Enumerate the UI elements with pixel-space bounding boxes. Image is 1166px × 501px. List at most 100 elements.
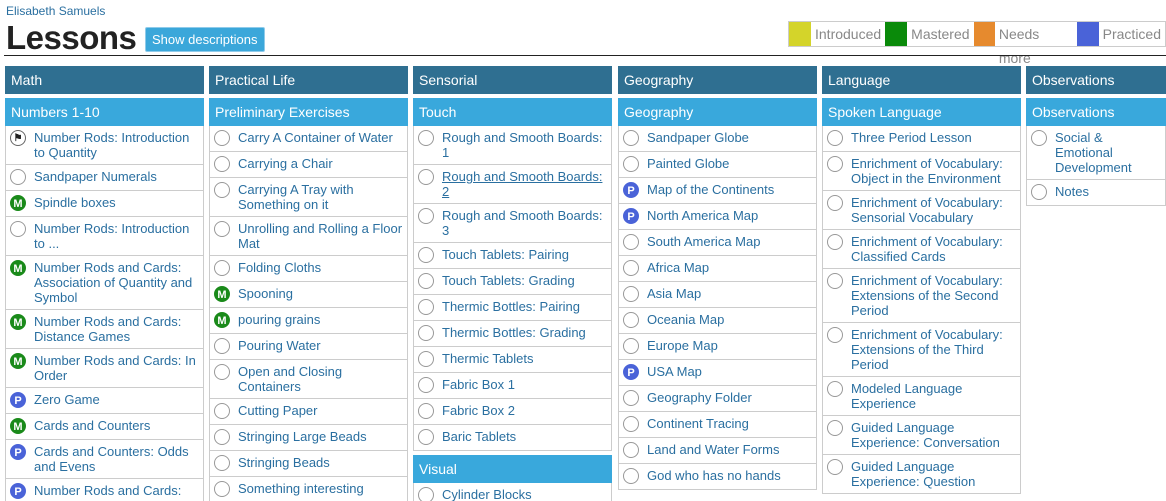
practiced-status-icon[interactable]: P bbox=[10, 444, 26, 460]
lesson-label[interactable]: Continent Tracing bbox=[647, 416, 749, 431]
lesson-label[interactable]: Carry A Container of Water bbox=[238, 130, 393, 145]
lesson-item[interactable]: M Number Rods and Cards: In Order bbox=[6, 349, 203, 388]
lesson-item[interactable]: Enrichment of Vocabulary: Classified Car… bbox=[823, 230, 1020, 269]
lesson-label[interactable]: Number Rods: Introduction to Quantity bbox=[34, 130, 189, 160]
section-header[interactable]: Touch bbox=[413, 98, 612, 126]
lesson-label[interactable]: Social & Emotional Development bbox=[1055, 130, 1132, 175]
lesson-item[interactable]: Enrichment of Vocabulary: Extensions of … bbox=[823, 323, 1020, 377]
lesson-item[interactable]: Africa Map bbox=[619, 256, 816, 282]
empty-status-icon[interactable] bbox=[623, 286, 639, 302]
show-descriptions-button[interactable]: Show descriptions bbox=[145, 27, 265, 52]
lesson-label[interactable]: Enrichment of Vocabulary: Sensorial Voca… bbox=[851, 195, 1003, 225]
empty-status-icon[interactable] bbox=[10, 221, 26, 237]
mastered-status-icon[interactable]: M bbox=[10, 353, 26, 369]
empty-status-icon[interactable] bbox=[827, 156, 843, 172]
lesson-item[interactable]: Thermic Tablets bbox=[414, 347, 611, 373]
lesson-item[interactable]: P Zero Game bbox=[6, 388, 203, 414]
section-header[interactable]: Spoken Language bbox=[822, 98, 1021, 126]
lesson-label[interactable]: Enrichment of Vocabulary: Extensions of … bbox=[851, 327, 1003, 372]
lesson-label[interactable]: Asia Map bbox=[647, 286, 701, 301]
lesson-item[interactable]: M Spindle boxes bbox=[6, 191, 203, 217]
lesson-label[interactable]: God who has no hands bbox=[647, 468, 781, 483]
lesson-label[interactable]: pouring grains bbox=[238, 312, 320, 327]
lesson-label[interactable]: USA Map bbox=[647, 364, 702, 379]
area-header[interactable]: Practical Life bbox=[209, 66, 408, 94]
lesson-label[interactable]: Sandpaper Numerals bbox=[34, 169, 157, 184]
lesson-label[interactable]: Number Rods and Cards: bbox=[34, 483, 181, 498]
empty-status-icon[interactable] bbox=[623, 390, 639, 406]
lesson-label[interactable]: Cylinder Blocks bbox=[442, 487, 532, 501]
lesson-item[interactable]: Enrichment of Vocabulary: Object in the … bbox=[823, 152, 1020, 191]
lesson-item[interactable]: Three Period Lesson bbox=[823, 126, 1020, 152]
lesson-item[interactable]: P USA Map bbox=[619, 360, 816, 386]
lesson-label[interactable]: Spooning bbox=[238, 286, 293, 301]
lesson-item[interactable]: South America Map bbox=[619, 230, 816, 256]
lesson-item[interactable]: Europe Map bbox=[619, 334, 816, 360]
lesson-item[interactable]: Cutting Paper bbox=[210, 399, 407, 425]
empty-status-icon[interactable] bbox=[418, 273, 434, 289]
lesson-item[interactable]: Notes bbox=[1027, 180, 1165, 206]
lesson-label[interactable]: Unrolling and Rolling a Floor Mat bbox=[238, 221, 402, 251]
section-header[interactable]: Observations bbox=[1026, 98, 1166, 126]
lesson-label[interactable]: Map of the Continents bbox=[647, 182, 774, 197]
student-name[interactable]: Elisabeth Samuels bbox=[6, 4, 105, 18]
lesson-label[interactable]: Spindle boxes bbox=[34, 195, 116, 210]
lesson-item[interactable]: Carry A Container of Water bbox=[210, 126, 407, 152]
section-header[interactable]: Geography bbox=[618, 98, 817, 126]
lesson-label[interactable]: Enrichment of Vocabulary: Classified Car… bbox=[851, 234, 1003, 264]
lesson-label[interactable]: Baric Tablets bbox=[442, 429, 516, 444]
lesson-label[interactable]: Pouring Water bbox=[238, 338, 321, 353]
lesson-label[interactable]: Cards and Counters bbox=[34, 418, 150, 433]
lesson-item[interactable]: Fabric Box 2 bbox=[414, 399, 611, 425]
lesson-item[interactable]: Stringing Beads bbox=[210, 451, 407, 477]
lesson-item[interactable]: Guided Language Experience: Conversation bbox=[823, 416, 1020, 455]
lesson-item[interactable]: Thermic Bottles: Grading bbox=[414, 321, 611, 347]
empty-status-icon[interactable] bbox=[623, 130, 639, 146]
lesson-label[interactable]: Guided Language Experience: Conversation bbox=[851, 420, 1000, 450]
practiced-status-icon[interactable]: P bbox=[623, 364, 639, 380]
empty-status-icon[interactable] bbox=[1031, 130, 1047, 146]
lesson-label[interactable]: Number Rods: Introduction to ... bbox=[34, 221, 189, 251]
practiced-status-icon[interactable]: P bbox=[10, 483, 26, 499]
empty-status-icon[interactable] bbox=[623, 416, 639, 432]
mastered-status-icon[interactable]: M bbox=[10, 418, 26, 434]
lesson-item[interactable]: Modeled Language Experience bbox=[823, 377, 1020, 416]
lesson-item[interactable]: Rough and Smooth Boards: 3 bbox=[414, 204, 611, 243]
lesson-item[interactable]: Carrying a Chair bbox=[210, 152, 407, 178]
lesson-item[interactable]: P North America Map bbox=[619, 204, 816, 230]
lesson-label[interactable]: Modeled Language Experience bbox=[851, 381, 962, 411]
empty-status-icon[interactable] bbox=[418, 487, 434, 501]
area-header[interactable]: Math bbox=[5, 66, 204, 94]
empty-status-icon[interactable] bbox=[827, 420, 843, 436]
lesson-label[interactable]: Thermic Bottles: Grading bbox=[442, 325, 586, 340]
lesson-item[interactable]: Number Rods: Introduction to ... bbox=[6, 217, 203, 256]
lesson-item[interactable]: Continent Tracing bbox=[619, 412, 816, 438]
empty-status-icon[interactable] bbox=[418, 429, 434, 445]
empty-status-icon[interactable] bbox=[418, 169, 434, 185]
lesson-item[interactable]: Unrolling and Rolling a Floor Mat bbox=[210, 217, 407, 256]
lesson-label[interactable]: Carrying a Chair bbox=[238, 156, 333, 171]
empty-status-icon[interactable] bbox=[827, 130, 843, 146]
empty-status-icon[interactable] bbox=[827, 273, 843, 289]
lesson-item[interactable]: Touch Tablets: Grading bbox=[414, 269, 611, 295]
empty-status-icon[interactable] bbox=[418, 403, 434, 419]
lesson-label[interactable]: Africa Map bbox=[647, 260, 709, 275]
empty-status-icon[interactable] bbox=[214, 260, 230, 276]
lesson-item[interactable]: M Spooning bbox=[210, 282, 407, 308]
lesson-label[interactable]: Painted Globe bbox=[647, 156, 729, 171]
mastered-status-icon[interactable]: M bbox=[10, 260, 26, 276]
lesson-label[interactable]: Carrying A Tray with Something on it bbox=[238, 182, 354, 212]
mastered-status-icon[interactable]: M bbox=[214, 312, 230, 328]
lesson-label[interactable]: Fabric Box 1 bbox=[442, 377, 515, 392]
lesson-label[interactable]: South America Map bbox=[647, 234, 760, 249]
area-header[interactable]: Geography bbox=[618, 66, 817, 94]
empty-status-icon[interactable] bbox=[623, 234, 639, 250]
lesson-item[interactable]: Enrichment of Vocabulary: Extensions of … bbox=[823, 269, 1020, 323]
lesson-label[interactable]: Folding Cloths bbox=[238, 260, 321, 275]
empty-status-icon[interactable] bbox=[214, 455, 230, 471]
mastered-status-icon[interactable]: M bbox=[10, 314, 26, 330]
mastered-status-icon[interactable]: M bbox=[214, 286, 230, 302]
area-header[interactable]: Sensorial bbox=[413, 66, 612, 94]
lesson-label[interactable]: Stringing Beads bbox=[238, 455, 330, 470]
lesson-item[interactable]: ⚑ Number Rods: Introduction to Quantity bbox=[6, 126, 203, 165]
